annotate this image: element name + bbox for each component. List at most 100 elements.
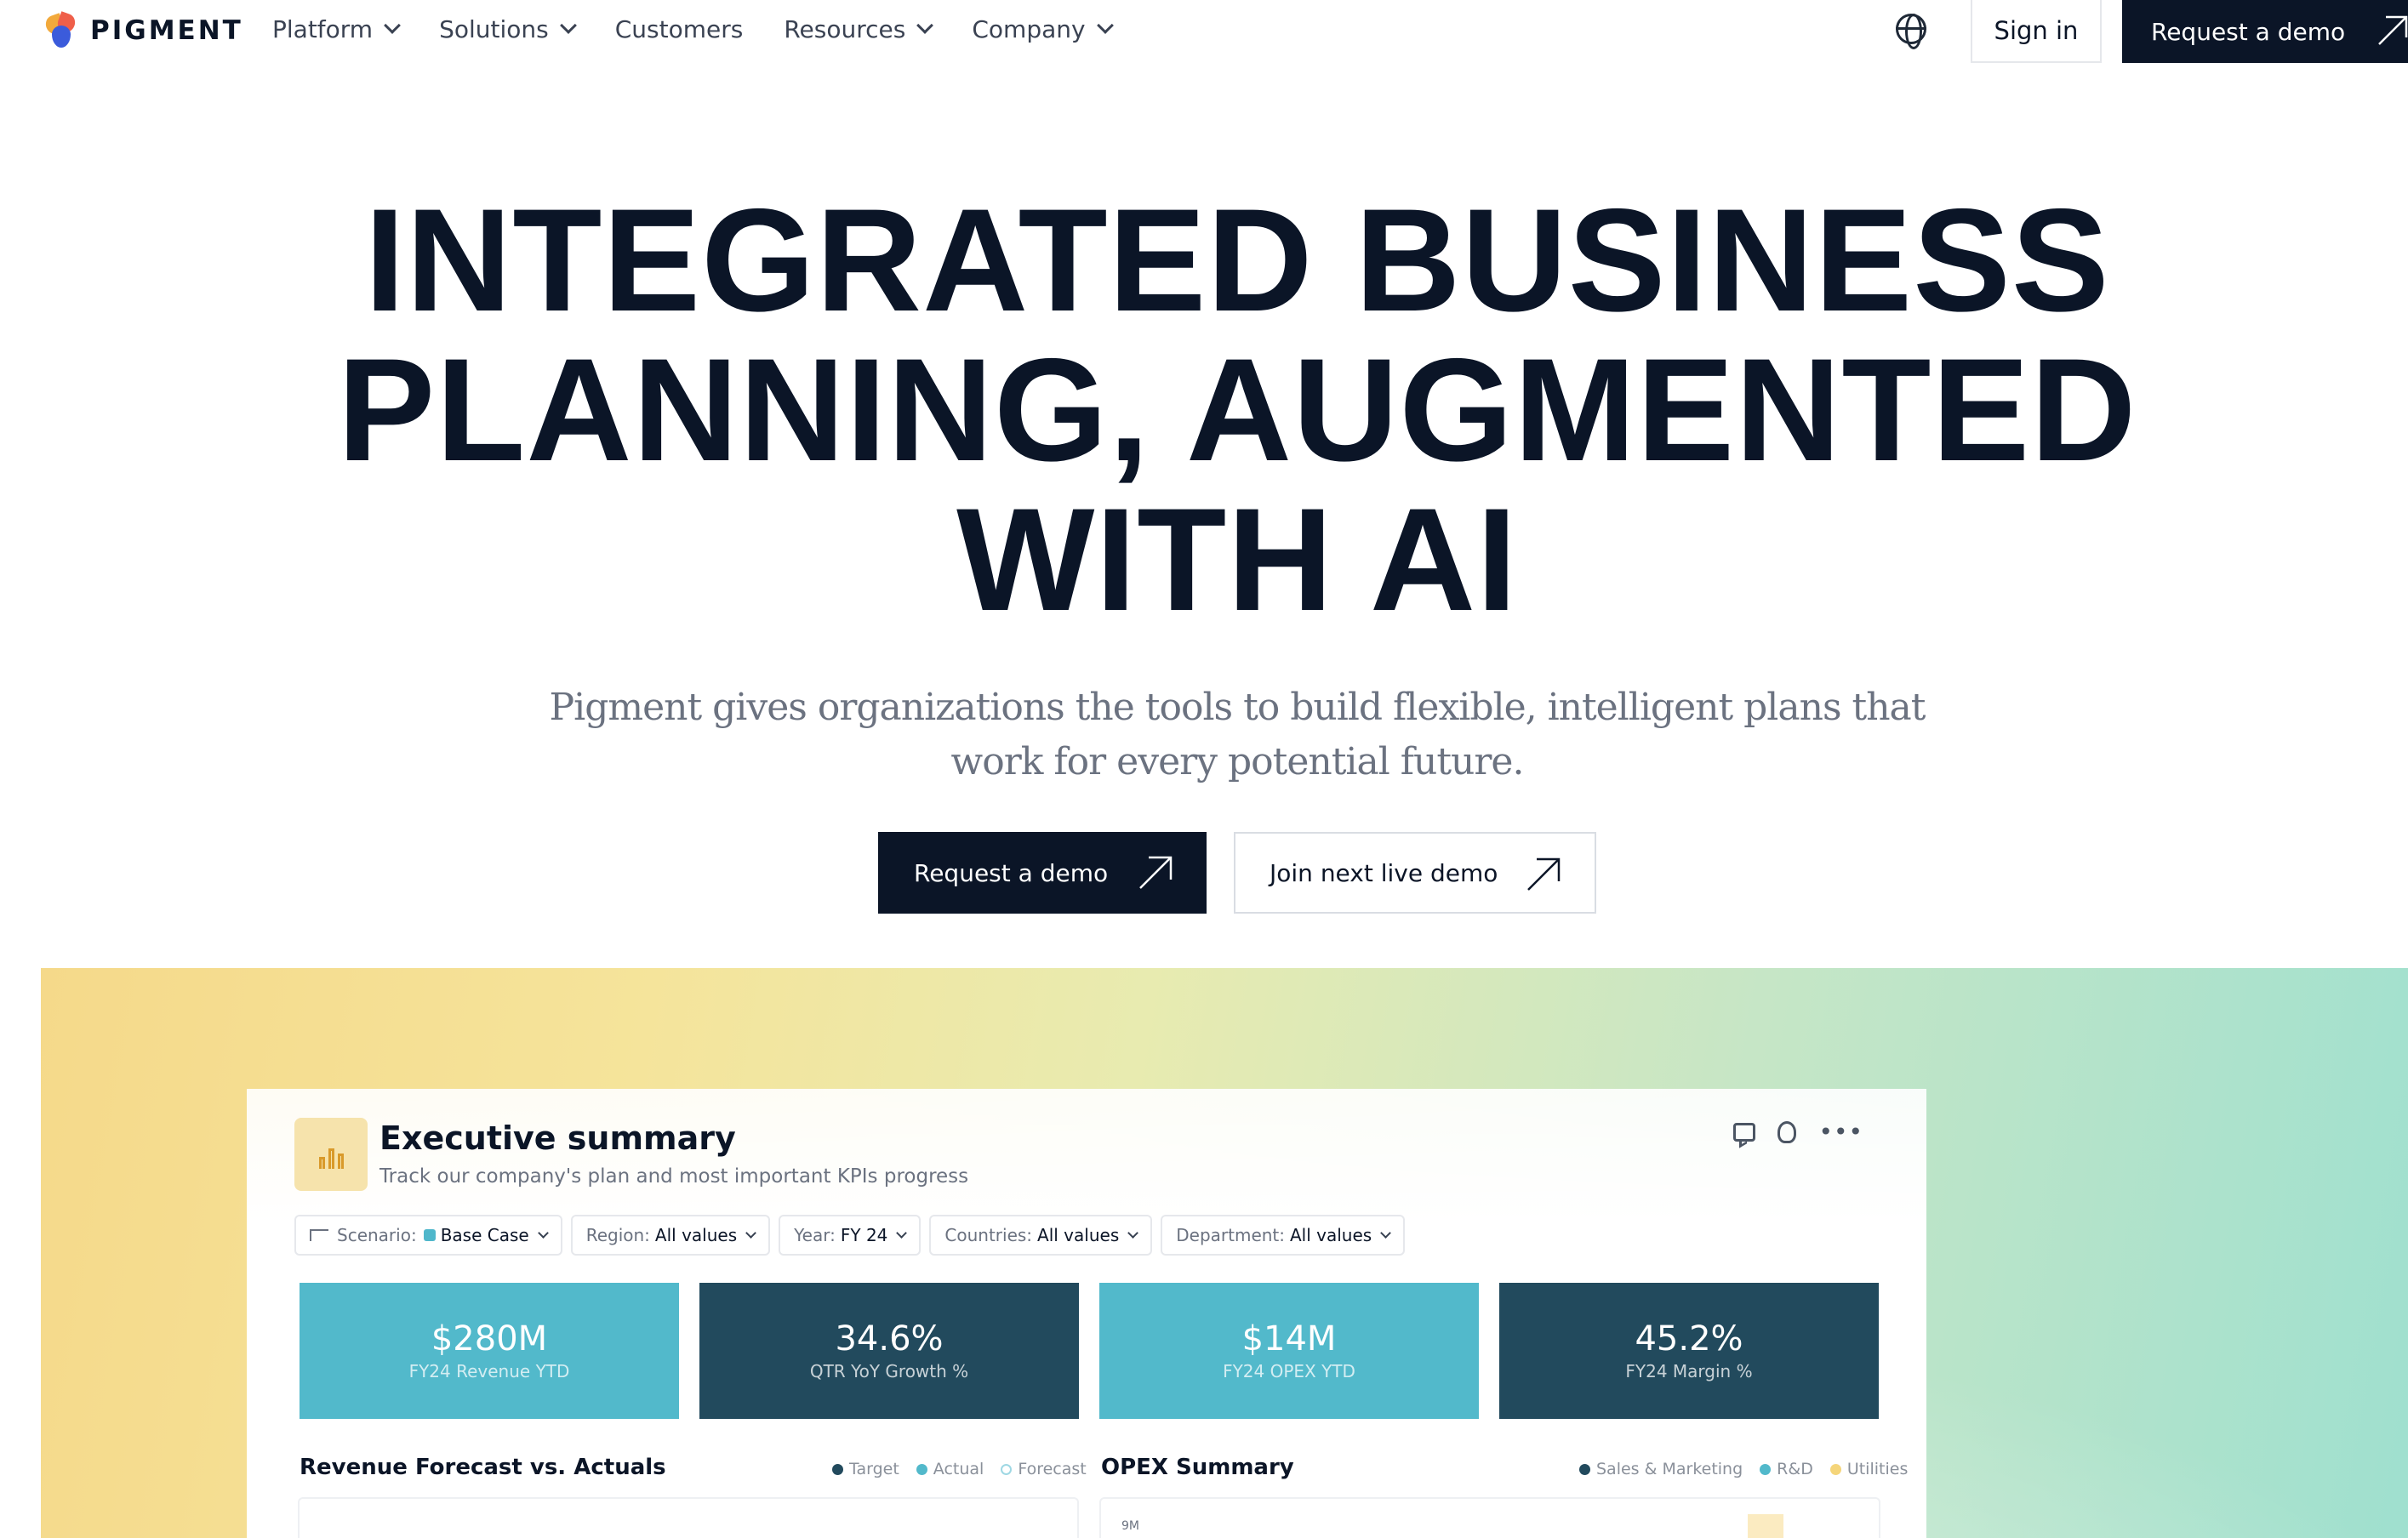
filter-value: FY 24: [840, 1225, 888, 1245]
kpi-value: 34.6%: [835, 1319, 944, 1359]
nav-item-label: Company: [972, 14, 1086, 43]
more-horizontal-icon[interactable]: •••: [1818, 1120, 1863, 1144]
legend-item-sales-marketing: Sales & Marketing: [1579, 1460, 1743, 1478]
top-navigation: PIGMENT Platform Solutions Customers Res…: [0, 0, 2408, 63]
kpi-value: 45.2%: [1635, 1319, 1743, 1359]
kpi-row: $280M FY24 Revenue YTD 34.6% QTR YoY Gro…: [300, 1283, 1887, 1419]
dashboard-title: Executive summary: [379, 1119, 736, 1157]
kpi-card-growth[interactable]: 34.6% QTR YoY Growth %: [699, 1283, 1079, 1419]
hero-headline-line-3: WITH AI: [956, 478, 1518, 641]
kpi-value: $14M: [1241, 1319, 1337, 1359]
chevron-down-icon: [896, 1228, 908, 1239]
legend-swatch: [832, 1463, 843, 1475]
sign-in-button[interactable]: Sign in: [1971, 0, 2102, 63]
nav-item-customers[interactable]: Customers: [615, 15, 744, 43]
opex-chart-area: 9M: [1099, 1497, 1880, 1538]
kpi-label: FY24 Revenue YTD: [408, 1361, 570, 1381]
opex-chart-legend: Sales & Marketing R&D Utilities: [1579, 1460, 1908, 1478]
kpi-value: $280M: [431, 1319, 548, 1359]
chevron-down-icon: [384, 17, 401, 34]
legend-swatch: [1001, 1463, 1013, 1475]
legend-item-actual: Actual: [916, 1460, 984, 1478]
brand-name: PIGMENT: [90, 15, 243, 46]
filter-year[interactable]: Year: FY 24: [779, 1215, 922, 1256]
arrow-up-right-icon: [1139, 856, 1173, 889]
legend-item-target: Target: [832, 1460, 899, 1478]
filter-value: Base Case: [440, 1225, 529, 1245]
nav-item-label: Solutions: [439, 14, 549, 43]
filter-department[interactable]: Department: All values: [1161, 1215, 1406, 1256]
join-live-demo-label: Join next live demo: [1270, 858, 1498, 887]
legend-label: Sales & Marketing: [1596, 1460, 1743, 1478]
legend-item-rd: R&D: [1760, 1460, 1813, 1478]
filter-value: All values: [1290, 1225, 1372, 1245]
filter-region[interactable]: Region: All values: [570, 1215, 771, 1256]
legend-label: Actual: [933, 1460, 984, 1478]
filter-value: All values: [654, 1225, 738, 1245]
nav-item-resources[interactable]: Resources: [784, 14, 934, 43]
pigment-logo-mark-icon: [43, 11, 78, 48]
chevron-down-icon: [537, 1228, 549, 1239]
kpi-label: FY24 OPEX YTD: [1223, 1361, 1355, 1381]
branch-icon: [310, 1229, 328, 1241]
comment-icon[interactable]: [1733, 1123, 1756, 1142]
lightbulb-icon[interactable]: [1777, 1121, 1797, 1143]
globe-icon[interactable]: [1896, 14, 1926, 49]
filter-value: All values: [1037, 1225, 1120, 1245]
revenue-chart-legend: Target Actual Forecast: [832, 1460, 1087, 1478]
pigment-logo[interactable]: PIGMENT: [43, 11, 243, 49]
scenario-color-swatch: [423, 1229, 436, 1241]
legend-swatch: [916, 1463, 927, 1475]
legend-label: R&D: [1777, 1460, 1813, 1478]
hero-headline-line-1: INTEGRATED BUSINESS: [364, 179, 2110, 342]
legend-swatch: [1829, 1463, 1841, 1475]
legend-item-utilities: Utilities: [1829, 1460, 1909, 1478]
hero-subtitle: Pigment gives organizations the tools to…: [549, 686, 1926, 783]
nav-item-label: Customers: [614, 14, 744, 43]
filter-scenario[interactable]: Scenario: Base Case: [294, 1215, 562, 1256]
filter-key: Scenario:: [337, 1225, 417, 1245]
opex-y-tick: 9M: [1121, 1519, 1139, 1533]
chevron-down-icon: [916, 17, 934, 34]
chevron-down-icon: [1380, 1228, 1392, 1239]
kpi-card-margin[interactable]: 45.2% FY24 Margin %: [1499, 1283, 1879, 1419]
legend-label: Forecast: [1018, 1460, 1087, 1478]
nav-item-platform[interactable]: Platform: [272, 14, 401, 43]
kpi-card-revenue[interactable]: $280M FY24 Revenue YTD: [300, 1283, 679, 1419]
hero-headline-line-2: PLANNING, AUGMENTED: [337, 328, 2137, 492]
revenue-chart-title: Revenue Forecast vs. Actuals: [300, 1455, 666, 1480]
hero-request-demo-label: Request a demo: [914, 858, 1109, 887]
legend-label: Utilities: [1846, 1460, 1909, 1478]
filter-key: Region:: [585, 1225, 650, 1245]
arrow-up-right-icon: [1527, 857, 1561, 891]
opex-chart-title: OPEX Summary: [1101, 1455, 1294, 1480]
hero-headline: INTEGRATED BUSINESS PLANNING, AUGMENTED …: [0, 185, 2408, 635]
dashboard-description: Track our company's plan and most import…: [379, 1165, 969, 1188]
arrow-up-right-icon: [2378, 15, 2408, 45]
kpi-card-opex[interactable]: $14M FY24 OPEX YTD: [1099, 1283, 1479, 1419]
chevron-down-icon: [559, 17, 577, 34]
opex-bar: [1748, 1514, 1783, 1538]
hero-request-demo-button[interactable]: Request a demo: [878, 832, 1207, 914]
legend-label: Target: [849, 1460, 899, 1478]
nav-item-label: Resources: [784, 14, 906, 43]
nav-request-demo-button[interactable]: Request a demo: [2122, 0, 2408, 63]
join-live-demo-button[interactable]: Join next live demo: [1234, 832, 1596, 914]
kpi-label: FY24 Margin %: [1625, 1361, 1753, 1381]
nav-request-demo-label: Request a demo: [2151, 17, 2346, 46]
kpi-label: QTR YoY Growth %: [809, 1361, 969, 1381]
nav-item-label: Platform: [272, 14, 374, 43]
filter-key: Year:: [794, 1225, 836, 1245]
chevron-down-icon: [1096, 17, 1114, 34]
filter-key: Department:: [1176, 1225, 1285, 1245]
legend-item-forecast: Forecast: [1001, 1460, 1087, 1478]
nav-item-solutions[interactable]: Solutions: [439, 14, 577, 43]
legend-swatch: [1760, 1463, 1772, 1475]
chevron-down-icon: [1127, 1228, 1139, 1239]
filter-countries[interactable]: Countries: All values: [929, 1215, 1153, 1256]
main-menu: Platform Solutions Customers Resources C…: [272, 12, 1152, 46]
filter-bar: Scenario: Base Case Region: All values Y…: [294, 1215, 1406, 1256]
nav-item-company[interactable]: Company: [972, 14, 1114, 43]
legend-swatch: [1579, 1463, 1590, 1475]
dashboard-preview-card: Executive summary Track our company's pl…: [247, 1089, 1926, 1538]
